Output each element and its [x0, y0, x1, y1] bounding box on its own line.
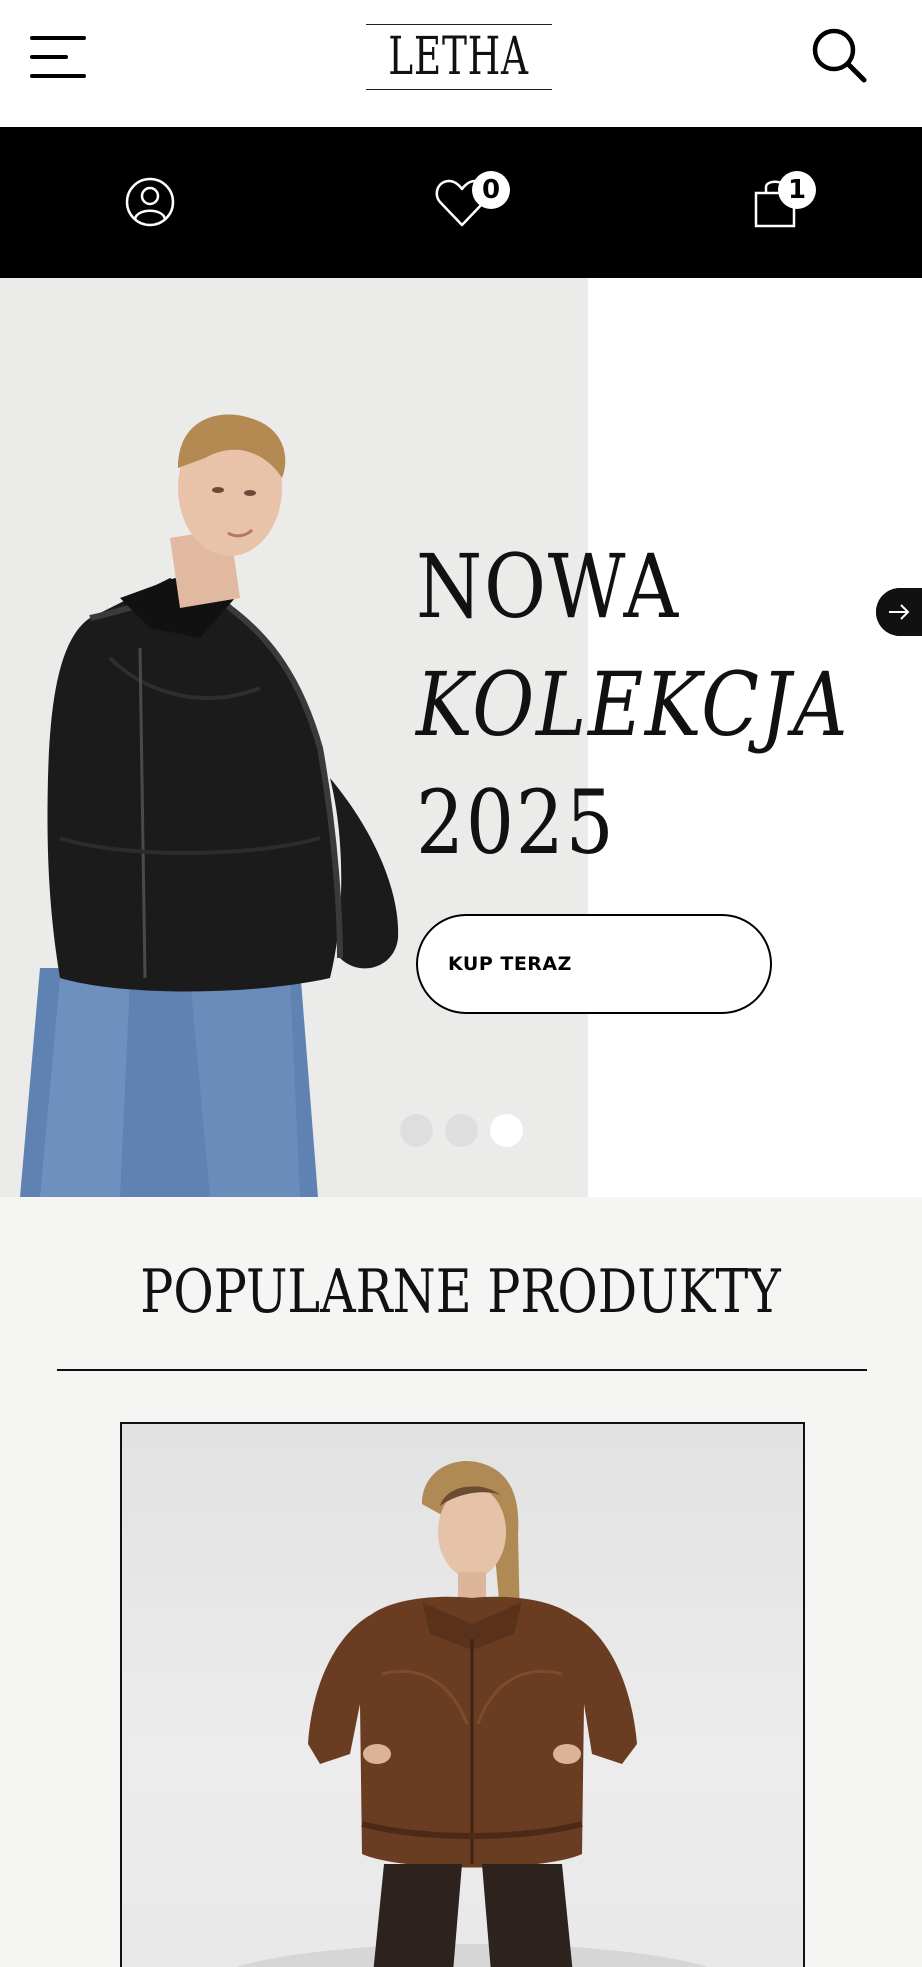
shop-now-button[interactable]: KUP TERAZ	[416, 914, 772, 1014]
hero-model-image	[20, 414, 399, 1197]
logo-text: LETHA	[388, 27, 530, 87]
wishlist-count-badge: 0	[472, 171, 510, 209]
slider-dot-3[interactable]	[490, 1114, 523, 1147]
user-icon	[125, 177, 175, 227]
product-image	[236, 1460, 708, 1967]
hero-title-line-3: 2025	[416, 771, 616, 874]
section-title: POPULARNE PRODUKTY	[0, 1257, 922, 1327]
slider-pagination	[400, 1114, 523, 1148]
cart-button[interactable]: 1	[712, 127, 832, 278]
cart-count-badge: 1	[778, 171, 816, 209]
hero-title-line-1: NOWA	[416, 535, 680, 638]
site-logo[interactable]: LETHA	[366, 24, 552, 90]
product-card[interactable]	[120, 1422, 805, 1967]
wishlist-button[interactable]: 0	[400, 127, 520, 278]
slider-dot-1[interactable]	[400, 1114, 433, 1147]
section-title-text: POPULARNE PRODUKTY	[140, 1257, 782, 1327]
account-icon-bar: 0 1	[0, 127, 922, 278]
popular-products-section: POPULARNE PRODUKTY	[0, 1197, 922, 1967]
slider-next-button[interactable]	[876, 588, 922, 636]
search-icon[interactable]	[810, 26, 868, 84]
account-button[interactable]	[90, 127, 210, 278]
hero-heading: NOWA KOLEKCJA 2025	[416, 528, 920, 882]
arrow-right-icon	[889, 604, 910, 620]
slider-dot-2[interactable]	[445, 1114, 478, 1147]
section-divider	[57, 1369, 867, 1371]
hamburger-menu-icon[interactable]	[30, 34, 88, 80]
hero-banner: NOWA KOLEKCJA 2025 KUP TERAZ	[0, 278, 922, 1197]
hero-title-line-2: KOLEKCJA	[416, 653, 850, 756]
site-header: LETHA	[0, 0, 922, 127]
